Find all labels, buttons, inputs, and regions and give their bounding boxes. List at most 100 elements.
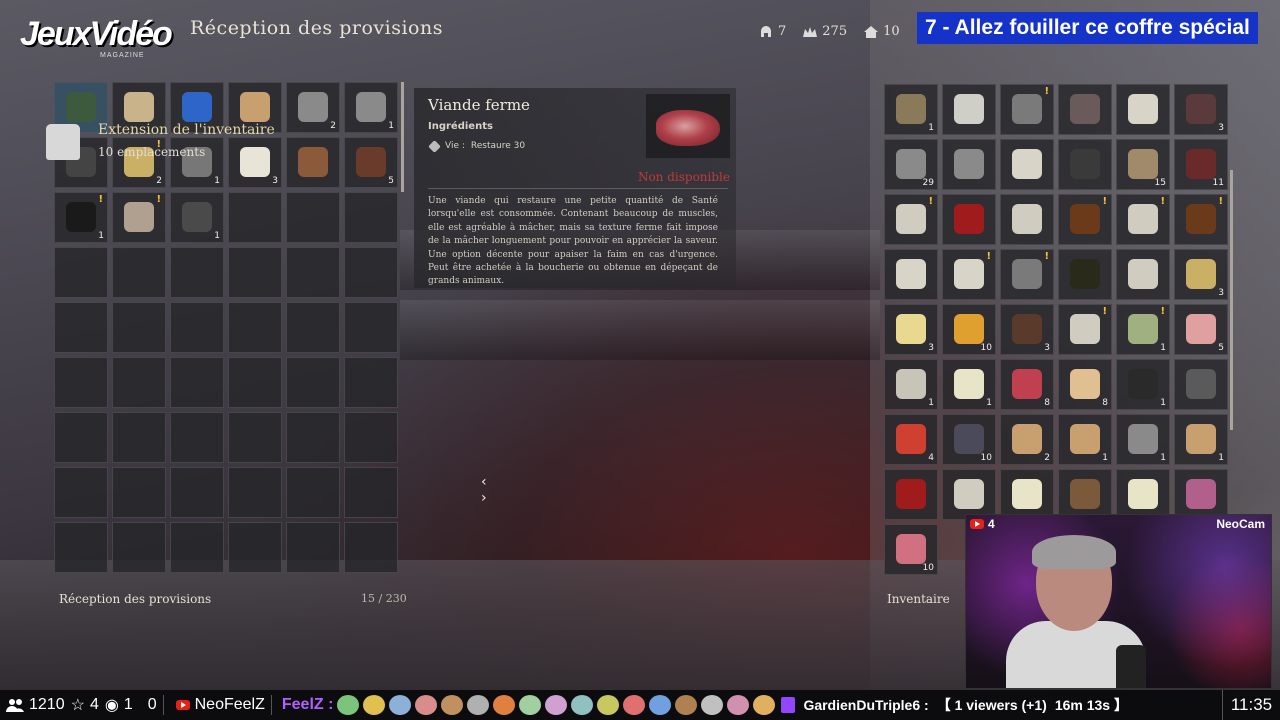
- empty-slot[interactable]: [344, 522, 398, 573]
- inventory-slot[interactable]: 10: [942, 304, 996, 355]
- inventory-slot[interactable]: 1: [884, 359, 938, 410]
- inventory-slot[interactable]: 5: [1174, 304, 1228, 355]
- empty-slot[interactable]: [228, 302, 282, 353]
- empty-slot[interactable]: [228, 522, 282, 573]
- inventory-slot[interactable]: !: [112, 192, 166, 243]
- inventory-slot[interactable]: 15: [1116, 139, 1170, 190]
- empty-slot[interactable]: [54, 357, 108, 408]
- inventory-slot[interactable]: !: [1058, 194, 1112, 245]
- empty-slot[interactable]: [286, 357, 340, 408]
- inventory-slot[interactable]: 8: [1000, 359, 1054, 410]
- empty-slot[interactable]: [228, 467, 282, 518]
- empty-slot[interactable]: [112, 357, 166, 408]
- inventory-slot[interactable]: [1116, 84, 1170, 135]
- inventory-slot[interactable]: 3: [1174, 249, 1228, 300]
- empty-slot[interactable]: [228, 247, 282, 298]
- empty-slot[interactable]: [54, 522, 108, 573]
- inventory-slot[interactable]: 11: [1174, 139, 1228, 190]
- empty-slot[interactable]: [344, 412, 398, 463]
- inventory-slot[interactable]: 1: [884, 84, 938, 135]
- inventory-slot[interactable]: [1000, 469, 1054, 520]
- inventory-slot[interactable]: 1: [1174, 414, 1228, 465]
- empty-slot[interactable]: [228, 357, 282, 408]
- inventory-slot[interactable]: 2: [1000, 414, 1054, 465]
- empty-slot[interactable]: [286, 247, 340, 298]
- empty-slot[interactable]: [112, 302, 166, 353]
- right-scrollbar[interactable]: [1230, 170, 1233, 430]
- inventory-slot[interactable]: 10: [884, 524, 938, 575]
- empty-slot[interactable]: [344, 302, 398, 353]
- empty-slot[interactable]: [54, 412, 108, 463]
- inventory-slot[interactable]: [1058, 469, 1112, 520]
- inventory-slot[interactable]: !: [1116, 194, 1170, 245]
- inventory-slot[interactable]: 1!: [54, 192, 108, 243]
- inventory-slot[interactable]: !: [1000, 84, 1054, 135]
- empty-slot[interactable]: [170, 467, 224, 518]
- inventory-slot[interactable]: 5: [344, 137, 398, 188]
- inventory-slot[interactable]: 3: [884, 304, 938, 355]
- inventory-slot[interactable]: 1: [1116, 414, 1170, 465]
- inventory-slot[interactable]: 29: [884, 139, 938, 190]
- inventory-slot[interactable]: !: [1058, 304, 1112, 355]
- inventory-slot[interactable]: !: [942, 249, 996, 300]
- empty-slot[interactable]: [228, 192, 282, 243]
- empty-slot[interactable]: [54, 467, 108, 518]
- empty-slot[interactable]: [344, 357, 398, 408]
- inventory-slot[interactable]: !: [884, 194, 938, 245]
- inventory-slot[interactable]: [1000, 194, 1054, 245]
- inventory-slot[interactable]: [1116, 249, 1170, 300]
- empty-slot[interactable]: [344, 467, 398, 518]
- inventory-slot[interactable]: 1: [942, 359, 996, 410]
- inventory-slot[interactable]: [1174, 359, 1228, 410]
- empty-slot[interactable]: [112, 467, 166, 518]
- empty-slot[interactable]: [54, 302, 108, 353]
- empty-slot[interactable]: [170, 302, 224, 353]
- empty-slot[interactable]: [286, 412, 340, 463]
- inventory-slot[interactable]: [1116, 469, 1170, 520]
- empty-slot[interactable]: [170, 412, 224, 463]
- inventory-slot[interactable]: !: [1000, 249, 1054, 300]
- inventory-slot[interactable]: 4: [884, 414, 938, 465]
- inventory-slot[interactable]: [1058, 249, 1112, 300]
- left-scrollbar[interactable]: [401, 82, 404, 192]
- empty-slot[interactable]: [170, 247, 224, 298]
- inventory-slot[interactable]: 3: [1000, 304, 1054, 355]
- chevron-right-icon[interactable]: ›: [481, 490, 487, 506]
- inventory-slot[interactable]: [942, 469, 996, 520]
- crowns-icon: [803, 26, 818, 37]
- empty-slot[interactable]: [112, 522, 166, 573]
- empty-slot[interactable]: [228, 412, 282, 463]
- inventory-slot[interactable]: 1!: [1116, 304, 1170, 355]
- health-icon: [428, 139, 441, 153]
- inventory-slot[interactable]: [942, 139, 996, 190]
- inventory-slot[interactable]: 1: [1116, 359, 1170, 410]
- empty-slot[interactable]: [54, 247, 108, 298]
- inventory-slot[interactable]: 1: [1058, 414, 1112, 465]
- inventory-slot[interactable]: [1058, 139, 1112, 190]
- chevron-left-icon[interactable]: ‹: [481, 474, 487, 490]
- inventory-slot[interactable]: [1058, 84, 1112, 135]
- inventory-slot[interactable]: [884, 469, 938, 520]
- inventory-slot[interactable]: [1000, 139, 1054, 190]
- inventory-slot[interactable]: 1: [170, 192, 224, 243]
- inventory-slot[interactable]: !: [1174, 194, 1228, 245]
- inventory-slot[interactable]: 3: [1174, 84, 1228, 135]
- inventory-slot[interactable]: 10: [942, 414, 996, 465]
- empty-slot[interactable]: [286, 192, 340, 243]
- inventory-slot[interactable]: 8: [1058, 359, 1112, 410]
- empty-slot[interactable]: [286, 467, 340, 518]
- slot-quantity: 1: [928, 123, 934, 133]
- empty-slot[interactable]: [112, 412, 166, 463]
- empty-slot[interactable]: [286, 522, 340, 573]
- empty-slot[interactable]: [286, 302, 340, 353]
- empty-slot[interactable]: [112, 247, 166, 298]
- empty-slot[interactable]: [344, 192, 398, 243]
- empty-slot[interactable]: [170, 522, 224, 573]
- inventory-slot[interactable]: [942, 194, 996, 245]
- empty-slot[interactable]: [344, 247, 398, 298]
- inventory-slot[interactable]: [942, 84, 996, 135]
- inventory-slot[interactable]: [1174, 469, 1228, 520]
- empty-slot[interactable]: [170, 357, 224, 408]
- inventory-slot[interactable]: 1: [344, 82, 398, 133]
- inventory-slot[interactable]: [884, 249, 938, 300]
